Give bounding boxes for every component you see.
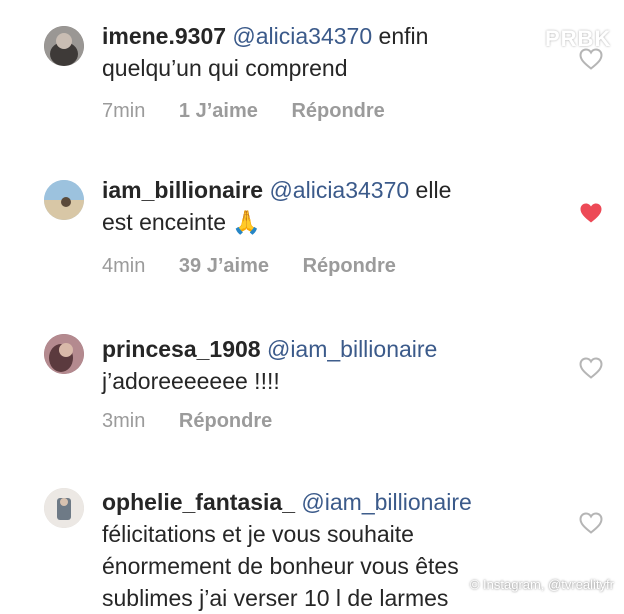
comment-body-line: quelqu’un qui comprend xyxy=(102,55,348,81)
avatar[interactable] xyxy=(44,180,84,220)
comment-body-line: j’adoreeeeeee !!!! xyxy=(102,368,280,394)
heart-outline-icon[interactable] xyxy=(579,512,603,534)
comment-body: enfin xyxy=(372,23,429,49)
comment-meta: 3min Répondre xyxy=(102,410,300,433)
comment-time: 3min xyxy=(102,410,146,432)
avatar[interactable] xyxy=(44,488,84,528)
photo-credit: © Instagram, @tvrealityfr xyxy=(469,577,614,592)
comment-meta: 4min 39 J’aime Répondre xyxy=(102,255,424,278)
comment-body-line: énormement de bonheur vous êtes xyxy=(102,553,459,579)
comment-username[interactable]: princesa_1908 xyxy=(102,336,261,362)
comment-text: princesa_1908 @iam_billionaire j’adoreee… xyxy=(102,333,552,397)
heart-filled-icon[interactable] xyxy=(579,202,603,224)
comment-time: 7min xyxy=(102,100,146,122)
comment-body-line: sublimes j’ai verser 10 l de larmes xyxy=(102,585,449,611)
comment-time: 4min xyxy=(102,255,146,277)
comment-meta: 7min 1 J’aime Répondre xyxy=(102,100,413,123)
comment-body-line: félicitations et je vous souhaite xyxy=(102,521,414,547)
comment-text: imene.9307 @alicia34370 enfin quelqu’un … xyxy=(102,20,552,84)
comment-likes[interactable]: 39 J’aime xyxy=(179,255,269,277)
comment-username[interactable]: imene.9307 xyxy=(102,23,226,49)
comment-text: ophelie_fantasia_ @iam_billionaire félic… xyxy=(102,486,552,614)
comment-text: iam_billionaire @alicia34370 elle est en… xyxy=(102,174,552,238)
comment-body: elle xyxy=(409,177,452,203)
reply-button[interactable]: Répondre xyxy=(291,100,384,122)
comment-mention[interactable]: @iam_billionaire xyxy=(301,489,471,515)
comment-mention[interactable]: @iam_billionaire xyxy=(267,336,437,362)
comment-mention[interactable]: @alicia34370 xyxy=(232,23,372,49)
reply-button[interactable]: Répondre xyxy=(303,255,396,277)
comment-username[interactable]: ophelie_fantasia_ xyxy=(102,489,295,515)
avatar[interactable] xyxy=(44,26,84,66)
heart-outline-icon[interactable] xyxy=(579,357,603,379)
comment-mention[interactable]: @alicia34370 xyxy=(269,177,409,203)
avatar[interactable] xyxy=(44,334,84,374)
comment-body-line: est enceinte 🙏 xyxy=(102,209,262,235)
comment-username[interactable]: iam_billionaire xyxy=(102,177,263,203)
reply-button[interactable]: Répondre xyxy=(179,410,272,432)
comment-likes[interactable]: 1 J’aime xyxy=(179,100,258,122)
heart-outline-icon[interactable] xyxy=(579,48,603,70)
